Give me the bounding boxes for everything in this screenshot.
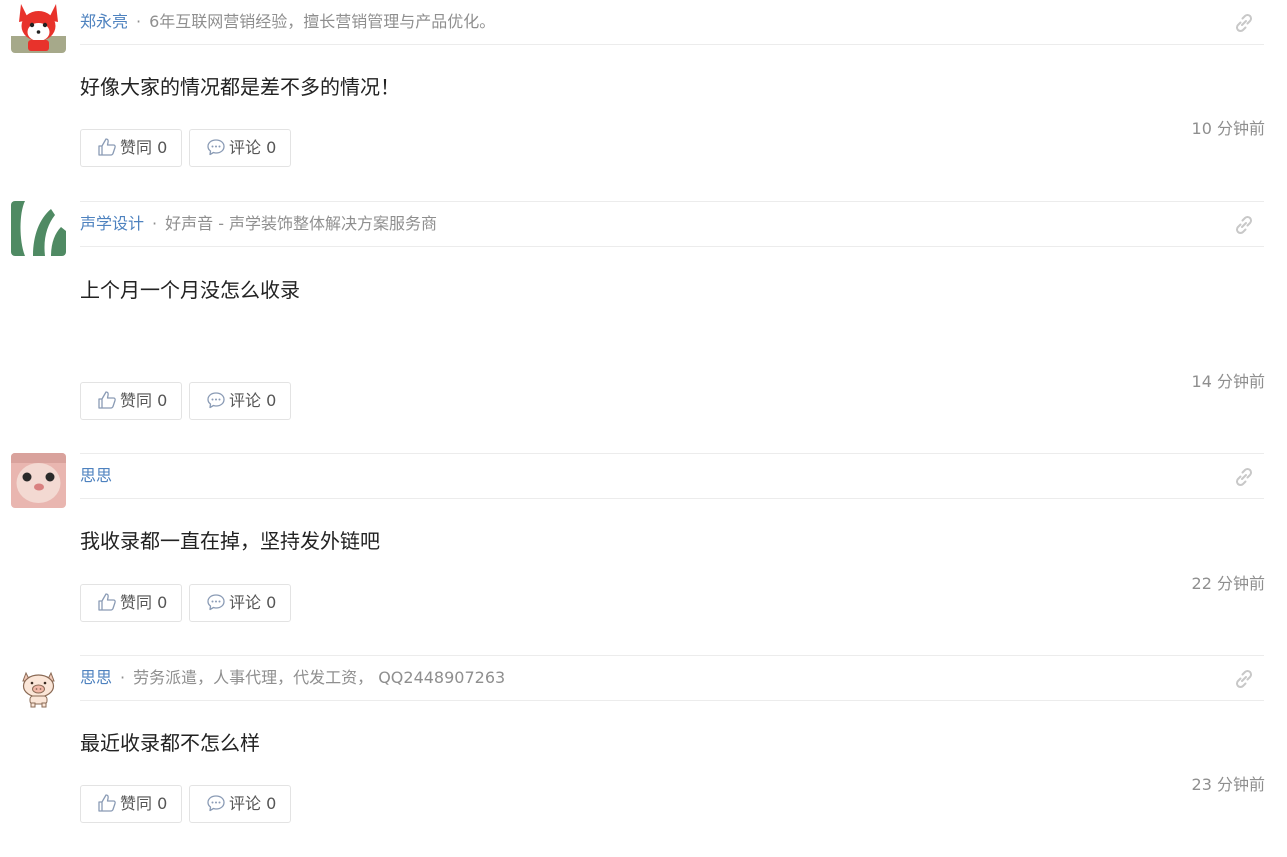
link-icon[interactable] [1232,667,1256,691]
meta-text: 郑永亮 · 6年互联网营销经验，擅长营销管理与产品优化。 [80,12,495,32]
answer-meta: 思思 · 劳务派遣，人事代理，代发工资， QQ2448907263 [80,655,1264,701]
answer-content: 我收录都一直在掉，坚持发外链吧 [80,529,380,553]
like-button[interactable]: 赞同 0 [80,129,182,167]
author-link[interactable]: 郑永亮 [80,12,128,31]
link-icon[interactable] [1232,11,1256,35]
separator-dot: · [136,12,142,31]
speech-bubble-icon [207,794,225,811]
answer-meta: 声学设计 · 好声音 - 声学装饰整体解决方案服务商 [80,201,1264,247]
link-icon[interactable] [1232,213,1256,237]
author-link[interactable]: 思思 [80,466,112,485]
answer-meta: 思思 [80,453,1264,499]
comment-label: 评论 0 [229,138,277,157]
author-link[interactable]: 声学设计 [80,214,144,233]
thumbs-up-icon [98,390,116,409]
green-logo-avatar-icon[interactable] [11,201,66,256]
answer-content: 好像大家的情况都是差不多的情况！ [80,75,400,99]
author-link[interactable]: 思思 [80,668,112,687]
comment-button[interactable]: 评论 0 [189,785,291,823]
speech-bubble-icon [207,391,225,408]
author-bio: 好声音 - 声学装饰整体解决方案服务商 [165,214,438,233]
answer-content: 上个月一个月没怎么收录 [80,278,300,302]
speech-bubble-icon [207,138,225,155]
speech-bubble-icon [207,593,225,610]
thumbs-up-icon [98,137,116,156]
answer-time: 23 分钟前 [1191,775,1265,794]
link-icon[interactable] [1232,465,1256,489]
meta-text: 声学设计 · 好声音 - 声学装饰整体解决方案服务商 [80,214,437,234]
meta-text: 思思 · 劳务派遣，人事代理，代发工资， QQ2448907263 [80,668,505,688]
answer-time: 22 分钟前 [1191,574,1265,593]
like-button[interactable]: 赞同 0 [80,382,182,420]
like-button[interactable]: 赞同 0 [80,785,182,823]
like-label: 赞同 0 [120,794,168,813]
answer-time: 14 分钟前 [1191,372,1265,391]
separator-dot: · [120,668,126,687]
pig-avatar-icon[interactable] [11,659,66,714]
comment-button[interactable]: 评论 0 [189,129,291,167]
answer-meta: 郑永亮 · 6年互联网营销经验，擅长营销管理与产品优化。 [80,0,1264,45]
thumbs-up-icon [98,592,116,611]
meta-text: 思思 [80,466,112,486]
like-label: 赞同 0 [120,593,168,612]
comment-label: 评论 0 [229,794,277,813]
thumbs-up-icon [98,793,116,812]
like-button[interactable]: 赞同 0 [80,584,182,622]
comment-button[interactable]: 评论 0 [189,382,291,420]
comment-button[interactable]: 评论 0 [189,584,291,622]
fox-avatar-icon[interactable] [11,0,66,53]
answer-content: 最近收录都不怎么样 [80,731,260,755]
author-bio: 劳务派遣，人事代理，代发工资， QQ2448907263 [133,668,506,687]
comment-label: 评论 0 [229,593,277,612]
comment-label: 评论 0 [229,391,277,410]
separator-dot: · [152,214,158,233]
puppy-avatar-icon[interactable] [11,453,66,508]
like-label: 赞同 0 [120,391,168,410]
author-bio: 6年互联网营销经验，擅长营销管理与产品优化。 [149,12,496,31]
answer-time: 10 分钟前 [1191,119,1265,138]
like-label: 赞同 0 [120,138,168,157]
